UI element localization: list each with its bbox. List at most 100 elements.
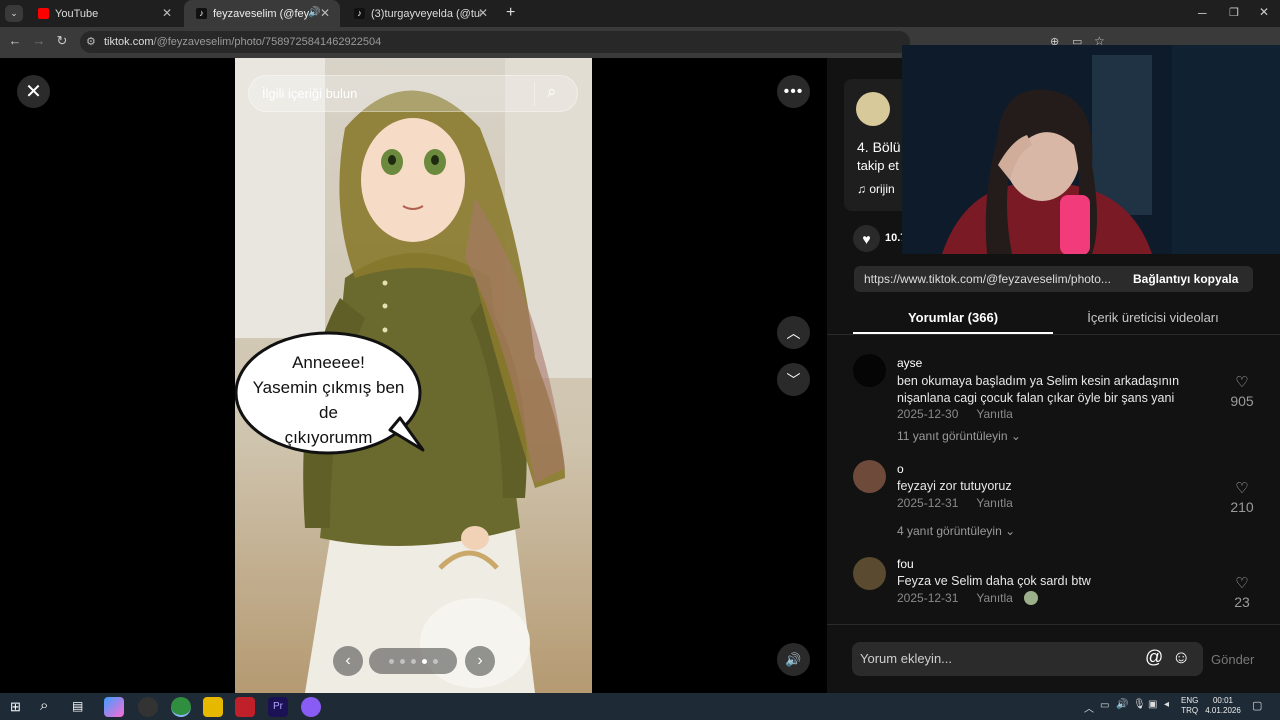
search-taskbar-icon[interactable]: ⌕ [40, 697, 48, 714]
volume-tray-icon[interactable]: 🔊 [1116, 699, 1128, 710]
tab-youtube[interactable]: YouTube ✕ [26, 0, 182, 27]
close-viewer-button[interactable]: ✕ [17, 75, 50, 108]
search-placeholder: İlgili içeriği bulun [262, 86, 358, 101]
premiere-pro-icon[interactable]: Pr [268, 697, 288, 717]
comment-date: 2025-12-30 [897, 407, 959, 421]
comment-date: 2025-12-31 [897, 591, 959, 605]
more-options-button[interactable]: ••• [777, 75, 810, 108]
emoji-icon[interactable]: ☺ [1172, 647, 1190, 668]
reply-button[interactable]: Yanıtla [976, 496, 1012, 510]
tiktok-icon: ♪ [196, 8, 207, 19]
app-icon[interactable] [138, 697, 158, 717]
volume-button[interactable]: 🔊 [777, 643, 810, 676]
avatar[interactable] [853, 557, 886, 590]
carousel-dot[interactable] [399, 658, 405, 664]
reply-button[interactable]: Yanıtla [976, 407, 1012, 421]
composer-divider [827, 624, 1280, 625]
search-icon[interactable]: ⌕ [547, 82, 557, 102]
comment-meta: 2025-12-31 Yanıtla [897, 591, 1031, 605]
microphone-icon[interactable]: 🎙 [1133, 699, 1146, 710]
creator-liked-avatar [1024, 591, 1038, 605]
restore-icon[interactable]: ❐ [1229, 6, 1239, 19]
forward-icon[interactable]: → [30, 33, 48, 48]
caption-text: 4. Bölü [857, 139, 901, 155]
url-path: /@feyzaveselim/photo/7589725841462922504 [153, 36, 382, 48]
reload-icon[interactable]: ↻ [53, 33, 71, 49]
like-heart-icon[interactable]: ♥ [853, 225, 880, 252]
windows-start-icon[interactable]: ⊞ [10, 699, 21, 715]
input-language[interactable]: ENG TRQ [1181, 696, 1198, 716]
close-window-icon[interactable]: ✕ [1259, 5, 1269, 19]
webcam-overlay [902, 45, 1280, 254]
copilot-icon[interactable] [104, 697, 124, 717]
caption-text-2: takip et [857, 158, 899, 173]
post-photo: Anneeee! Yasemin çıkmış ben de çıkıyorum… [235, 58, 592, 693]
language-code: ENG [1181, 696, 1199, 705]
webcam-image [902, 45, 1280, 254]
comment-meta: 2025-12-31 Yanıtla [897, 496, 1031, 510]
chrome-icon[interactable] [171, 697, 191, 717]
carousel-dots [369, 648, 457, 674]
copy-link-button[interactable]: Bağlantıyı kopyala [1133, 272, 1238, 286]
tab-feyzaveselim[interactable]: ♪ feyzaveselim (@feyzaveseli 🔊 ✕ [184, 0, 340, 27]
tab-turgayveyelda[interactable]: ♪ (3)turgayveyelda (@turgayveye ✕ [342, 0, 498, 27]
mention-icon[interactable]: @ [1145, 647, 1163, 668]
obs-icon[interactable] [301, 697, 321, 717]
comment-input-placeholder: Yorum ekleyin... [860, 651, 953, 666]
back-icon[interactable]: ← [6, 33, 24, 48]
comment-input[interactable]: Yorum ekleyin... @ ☺ [852, 642, 1203, 676]
reply-button[interactable]: Yanıtla [976, 591, 1012, 605]
comment-like-icon[interactable]: ♡ [1222, 574, 1262, 592]
close-tab-icon[interactable]: ✕ [320, 6, 330, 20]
battery-icon[interactable]: ▭ [1100, 700, 1109, 711]
related-content-search[interactable]: İlgili içeriği bulun ⌕ [248, 75, 578, 112]
tab-title: (3)turgayveyelda (@turgayveye [371, 7, 481, 20]
carousel-dot[interactable] [432, 658, 438, 664]
comment-text: ben okumaya başladım ya Selim kesin arka… [897, 374, 1180, 405]
site-info-icon[interactable]: ⚙ [86, 35, 96, 48]
close-tab-icon[interactable]: ✕ [162, 6, 172, 20]
view-replies-button[interactable]: 11 yanıt görüntüleyin ⌄ [897, 429, 1021, 443]
file-explorer-icon[interactable] [203, 697, 223, 717]
speaker-icon[interactable]: 🔊 [308, 7, 320, 18]
speaker-tray-icon[interactable]: ◂ [1164, 699, 1169, 710]
tab-search-button[interactable]: ⌄ [5, 5, 23, 22]
comment-author[interactable]: ayse [897, 356, 922, 370]
tray-chevron-icon[interactable]: ︿ [1084, 700, 1094, 715]
comment-like-icon[interactable]: ♡ [1222, 479, 1262, 497]
carousel-dot[interactable] [421, 658, 427, 664]
tab-creator-videos[interactable]: İçerik üreticisi videoları [1055, 310, 1251, 325]
share-link-url[interactable]: https://www.tiktok.com/@feyzaveselim/pho… [864, 272, 1111, 286]
view-replies-button[interactable]: 4 yanıt görüntüleyin ⌄ [897, 524, 1015, 538]
carousel-dot[interactable] [388, 658, 394, 664]
task-view-icon[interactable]: ▤ [72, 699, 83, 713]
creator-avatar[interactable] [856, 92, 890, 126]
next-post-button[interactable]: ﹀ [777, 363, 810, 396]
previous-post-button[interactable]: ︿ [777, 316, 810, 349]
music-row[interactable]: ♫ orijin [857, 182, 895, 196]
video-editor-icon[interactable] [235, 697, 255, 717]
url-domain: tiktok.com [104, 36, 154, 48]
comment-author[interactable]: fou [897, 557, 914, 571]
comment-meta: 2025-12-30 Yanıtla [897, 407, 1031, 421]
close-tab-icon[interactable]: ✕ [478, 6, 488, 20]
avatar[interactable] [853, 354, 886, 387]
new-tab-button[interactable]: + [506, 4, 515, 22]
tab-comments[interactable]: Yorumlar (366) [853, 310, 1053, 325]
comment-date: 2025-12-31 [897, 496, 959, 510]
send-button[interactable]: Gönder [1211, 652, 1254, 667]
tab-title: YouTube [55, 7, 99, 20]
comment-like-icon[interactable]: ♡ [1222, 373, 1262, 391]
carousel-next-button[interactable]: › [465, 646, 495, 676]
notifications-icon[interactable]: ▢ [1252, 699, 1262, 712]
clock-date: 4.01.2026 [1205, 706, 1241, 715]
minimize-icon[interactable]: ─ [1198, 6, 1207, 20]
clock[interactable]: 00:01 4.01.2026 [1203, 696, 1243, 716]
avatar[interactable] [853, 460, 886, 493]
comment-author[interactable]: o [897, 462, 904, 476]
carousel-prev-button[interactable]: ‹ [333, 646, 363, 676]
carousel-dot[interactable] [410, 658, 416, 664]
network-icon[interactable]: ▣ [1148, 699, 1157, 710]
address-bar[interactable]: ⚙ tiktok.com/@feyzaveselim/photo/7589725… [80, 31, 910, 53]
comment-text: Feyza ve Selim daha çok sardı btw [897, 574, 1091, 588]
